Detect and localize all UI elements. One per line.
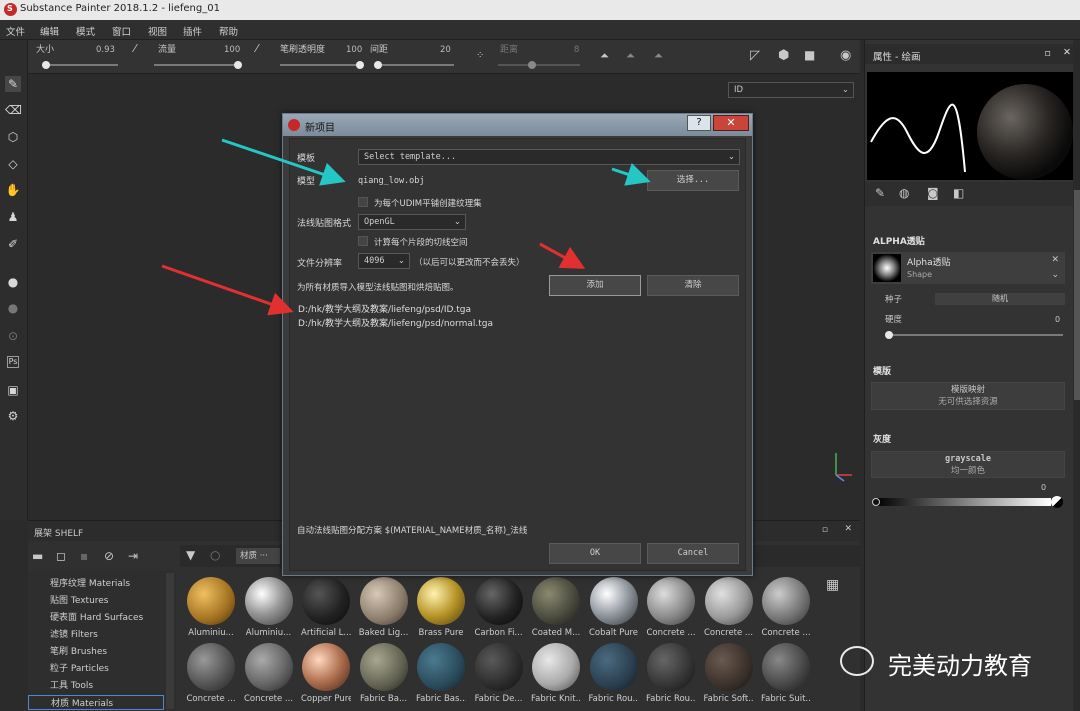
watermark: 完美动力教育 <box>840 642 1060 682</box>
wechat-icon <box>840 646 874 676</box>
watermark-text: 完美动力教育 <box>888 652 1032 680</box>
cyan-arrow-mesh <box>221 138 346 186</box>
red-arrow-files <box>161 264 294 316</box>
cyan-arrow-select <box>611 162 651 186</box>
annotation-arrows <box>161 138 651 316</box>
red-arrow-add <box>539 242 586 269</box>
